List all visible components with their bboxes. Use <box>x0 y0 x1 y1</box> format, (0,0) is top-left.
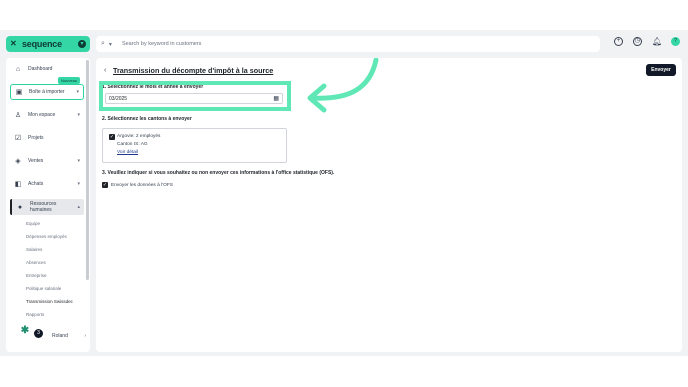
brand-switcher[interactable]: ✕ sequence ▾ <box>6 36 90 52</box>
sidebar-item-sales[interactable]: ◈ Ventes ▾ <box>10 153 84 169</box>
sidebar-subitem-company[interactable]: Entreprise <box>26 273 47 278</box>
annotation-arrow-icon <box>307 58 379 113</box>
toolbar-icons: + ◷ 🔔︎ ? <box>614 37 680 46</box>
canton-card: ✓ Argovie: 2 employés Canton IS: AG Voir… <box>102 128 287 163</box>
canton-name: Argovie: 2 employés <box>117 134 161 139</box>
chevron-down-icon[interactable]: ▾ <box>109 41 112 48</box>
user-icon: ♙ <box>14 112 22 119</box>
sidebar-subitem-absences[interactable]: Absences <box>26 260 46 265</box>
main-panel: ‹ Transmission du décompte d'impôt à la … <box>96 58 682 352</box>
sidebar-subitem-expenses[interactable]: Dépenses employés <box>26 234 67 239</box>
search-icon: ⌕ <box>101 40 105 47</box>
sidebar: ⌂ Dashboard Nouveau ▣ Boîte à importer ▾… <box>6 58 90 352</box>
sidebar-item-label: Dashboard <box>28 66 53 72</box>
canton-checkbox[interactable]: ✓ <box>109 134 115 140</box>
sidebar-item-label: Boîte à importer <box>29 89 65 95</box>
sidebar-item-label: Ressources humaines <box>30 201 57 213</box>
chevron-down-icon[interactable]: ▾ <box>78 40 86 48</box>
bag-icon: ◧ <box>14 181 22 188</box>
ofs-checkbox[interactable]: ✓ <box>102 182 108 188</box>
chevron-down-icon: ▾ <box>77 112 80 118</box>
chevron-down-icon: ▾ <box>77 158 80 164</box>
sidebar-item-label: Projets <box>28 135 44 141</box>
app-window: ✕ sequence ▾ ⌕ ▾ + ◷ 🔔︎ ? ⌂ Dashboard No… <box>0 30 688 356</box>
sidebar-subitem-swissdec[interactable]: Transmission Swissdec <box>26 299 73 304</box>
back-arrow-icon[interactable]: ‹ <box>104 67 106 74</box>
search-bar[interactable]: ⌕ ▾ <box>96 36 600 52</box>
sidebar-subitem-reports[interactable]: Rapports <box>26 312 44 317</box>
home-icon: ⌂ <box>15 65 21 73</box>
month-year-field[interactable]: ▦ <box>105 93 283 104</box>
add-icon[interactable]: + <box>614 37 623 46</box>
sidebar-item-label: Mon espace <box>28 112 56 118</box>
chevron-down-icon: ▾ <box>77 181 80 187</box>
sidebar-item-import-box[interactable]: ▣ Boîte à importer ▾ <box>10 84 84 100</box>
sidebar-scrollbar[interactable] <box>86 60 89 280</box>
tag-icon: ◈ <box>15 158 21 165</box>
chevron-right-icon: › <box>84 333 86 339</box>
send-button[interactable]: Envoyer <box>646 64 676 76</box>
sequence-logo-icon: ✕ <box>10 39 17 48</box>
sidebar-item-label: Achats <box>28 181 44 187</box>
sidebar-item-my-space[interactable]: ♙ Mon espace ▾ <box>10 107 84 123</box>
search-input[interactable] <box>121 41 522 47</box>
brand-name: sequence <box>22 39 62 49</box>
avatar[interactable]: ? <box>671 37 680 46</box>
sidebar-item-purchases[interactable]: ◧ Achats ▾ <box>10 176 84 192</box>
new-badge: Nouveau <box>58 77 81 84</box>
clock-icon[interactable]: ◷ <box>633 37 642 46</box>
chevron-up-icon: ▴ <box>77 204 80 210</box>
sequence-logo-icon: ✱ <box>20 325 30 336</box>
sidebar-item-hr[interactable]: ● Ressources humaines ▴ <box>10 199 84 215</box>
sidebar-subitem-salaries[interactable]: Salaires <box>26 247 42 252</box>
step-3-label: 3. Veuillez indiquer si vous souhaitez o… <box>102 170 335 176</box>
ofs-label: Envoyer les données à l'OFS <box>111 183 173 188</box>
people-icon: ● <box>17 203 23 211</box>
bell-icon[interactable]: 🔔︎ <box>652 37 662 46</box>
chevron-down-icon: ▾ <box>76 89 79 95</box>
notification-count-badge: 3 <box>34 329 43 338</box>
sidebar-item-projects[interactable]: ☑ Projets <box>10 130 84 146</box>
checkbox-icon: ☑ <box>14 135 22 142</box>
view-detail-link[interactable]: Voir détail <box>117 150 138 155</box>
page-title: Transmission du décompte d'impôt à la so… <box>113 66 274 75</box>
sidebar-item-dashboard[interactable]: ⌂ Dashboard <box>10 61 84 77</box>
sidebar-item-label: Ventes <box>28 158 44 164</box>
calendar-icon[interactable]: ▦ <box>273 95 279 102</box>
inbox-icon: ▣ <box>15 89 23 96</box>
step-2-label: 2. Sélectionnez les cantons à envoyer <box>102 116 192 122</box>
help-button[interactable]: ✱ <box>18 324 32 338</box>
sidebar-subitem-salary-policy[interactable]: Politique salariale <box>26 286 61 291</box>
user-name: Roland <box>52 333 68 339</box>
canton-code: Canton IS: AG <box>117 142 148 147</box>
sidebar-subitem-team[interactable]: Equipe <box>26 221 40 226</box>
month-year-input[interactable] <box>109 95 274 102</box>
